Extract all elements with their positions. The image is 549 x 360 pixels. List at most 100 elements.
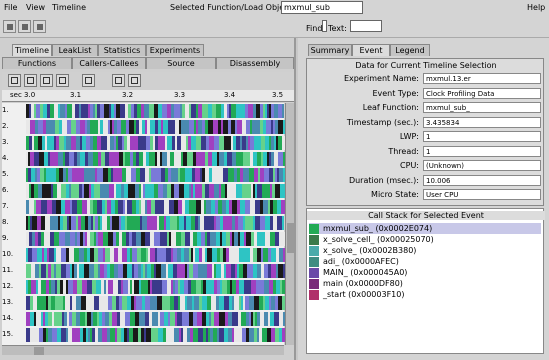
arrow-right-icon <box>131 77 138 84</box>
timeline-row-label: 10. <box>2 250 14 258</box>
menu-view[interactable]: View <box>26 3 45 12</box>
menu-file[interactable]: File <box>4 3 17 12</box>
call-stack-item[interactable]: _start (0x00003F10) <box>309 289 541 300</box>
zoom-out-icon <box>43 77 50 84</box>
find-label: Find <box>306 24 323 33</box>
ruler-tick: 3.2 <box>122 91 134 99</box>
call-stack-item[interactable]: MAIN_ (0x000045A0) <box>309 267 541 278</box>
call-stack-item-label: x_solve_cell_ (0x00025070) <box>323 235 434 244</box>
toolbar-compare-button[interactable] <box>18 20 31 33</box>
tab-summary[interactable]: Summary <box>308 44 352 56</box>
tab-functions[interactable]: Functions <box>2 57 72 69</box>
function-color-swatch <box>309 290 319 300</box>
menu-help[interactable]: Help <box>527 3 545 12</box>
event-field-value[interactable]: mxmul_sub_ <box>423 102 541 113</box>
toolbar-open-button[interactable] <box>3 20 16 33</box>
event-field-label: LWP: <box>399 132 419 141</box>
timeline-row-label: 14. <box>2 314 14 322</box>
timeline-row[interactable] <box>26 264 285 278</box>
event-field-value[interactable]: 10.006 <box>423 174 541 186</box>
filter-events-button[interactable] <box>56 74 69 87</box>
timeline-event[interactable] <box>282 104 284 118</box>
tab-statistics[interactable]: Statistics <box>98 44 146 56</box>
scroll-thumb[interactable] <box>287 223 294 253</box>
zoom-in-button[interactable] <box>24 74 37 87</box>
event-field-value[interactable]: User CPU <box>423 189 541 200</box>
menu-timeline[interactable]: Timeline <box>52 3 86 12</box>
open-icon <box>7 24 13 30</box>
timeline-row-label: 4. <box>2 154 9 162</box>
zoom-out-button[interactable] <box>40 74 53 87</box>
tab-source[interactable]: Source <box>146 57 216 69</box>
call-stack-item[interactable]: mxmul_sub_ (0x0002E074) <box>309 223 541 234</box>
call-stack-item[interactable]: x_solve_ (0x0002B380) <box>309 245 541 256</box>
step-back-button[interactable] <box>112 74 125 87</box>
tab-callers-callees[interactable]: Callers-Callees <box>72 57 146 69</box>
call-stack-item[interactable]: x_solve_cell_ (0x00025070) <box>309 234 541 245</box>
scroll-thumb[interactable] <box>34 347 44 355</box>
timeline-row[interactable] <box>26 280 286 294</box>
tab-timeline[interactable]: Timeline <box>12 44 52 56</box>
text-input[interactable] <box>350 20 382 32</box>
timeline-row[interactable] <box>26 184 285 198</box>
vertical-scrollbar[interactable] <box>285 103 294 345</box>
call-stack-item-label: x_solve_ (0x0002B380) <box>323 246 417 255</box>
find-event-button[interactable] <box>82 74 95 87</box>
function-color-swatch <box>309 224 319 234</box>
timeline-row-label: 3. <box>2 138 9 146</box>
event-field-value[interactable]: 1 <box>423 145 541 157</box>
timeline-row-label: 8. <box>2 218 9 226</box>
zoom-reset-button[interactable] <box>8 74 21 87</box>
tab-leaklist[interactable]: LeakList <box>52 44 98 56</box>
horizontal-scrollbar[interactable] <box>2 345 284 355</box>
call-stack-item-label: adi_ (0x0000AFEC) <box>323 257 399 266</box>
event-field-value[interactable]: (Unknown) <box>423 160 541 171</box>
timeline-row-label: 6. <box>2 186 9 194</box>
tab-experiments[interactable]: Experiments <box>146 44 204 56</box>
function-color-swatch <box>309 235 319 245</box>
event-field-value[interactable]: 1 <box>423 131 541 142</box>
call-stack-item[interactable]: adi_ (0x0000AFEC) <box>309 256 541 267</box>
timeline-row[interactable] <box>26 104 284 118</box>
timeline-row-label: 15. <box>2 330 14 338</box>
event-field-label: Duration (msec.): <box>348 175 419 185</box>
tab-disassembly[interactable]: Disassembly <box>216 57 294 69</box>
ruler-tick: sec 3.0 <box>10 91 36 99</box>
timeline-row[interactable] <box>26 136 285 150</box>
timeline-row-label: 11. <box>2 266 14 274</box>
timeline-row[interactable] <box>26 296 286 310</box>
timeline-event[interactable] <box>282 216 284 230</box>
step-forward-button[interactable] <box>128 74 141 87</box>
timeline-row[interactable] <box>26 120 287 134</box>
zoom-reset-icon <box>11 77 18 84</box>
timeline-row-label: 1. <box>2 106 9 114</box>
event-field-label: Thread: <box>388 146 419 156</box>
selected-object-field[interactable]: mxmul_sub <box>281 1 363 14</box>
event-field-value[interactable]: 3.435834 <box>423 116 541 128</box>
timeline-row[interactable] <box>26 152 286 166</box>
timeline-row[interactable] <box>26 168 288 182</box>
tab-legend[interactable]: Legend <box>390 44 430 56</box>
timeline-row[interactable] <box>26 328 286 342</box>
toolbar-filter-button[interactable] <box>33 20 46 33</box>
event-field-value[interactable]: mxmul.13.er <box>423 73 541 84</box>
event-field-label: Timestamp (sec.): <box>346 117 419 127</box>
time-ruler: sec 3.0 3.1 3.2 3.3 3.4 3.5 <box>2 90 294 102</box>
selected-object-label: Selected Function/Load Object: <box>170 3 295 12</box>
timeline-row[interactable] <box>26 216 284 230</box>
call-stack-item[interactable]: main (0x0000DF80) <box>309 278 541 289</box>
timeline-row[interactable] <box>26 248 286 262</box>
timeline-canvas[interactable]: 1. 2. 3. 4. 5. 6. 7. 8. 9. 10. 11. 12. 13. 14. 15. <box>2 103 288 345</box>
event-field-value[interactable]: Clock Profiling Data <box>423 87 541 99</box>
tab-event[interactable]: Event <box>352 44 390 56</box>
event-field-label: Micro State: <box>371 190 419 199</box>
event-details-panel: Data for Current Timeline Selection Expe… <box>306 58 544 206</box>
timeline-row[interactable] <box>26 232 285 246</box>
timeline-row[interactable] <box>26 312 288 326</box>
filter-icon <box>59 77 66 84</box>
find-input[interactable] <box>322 20 327 32</box>
timeline-row-label: 12. <box>2 282 14 290</box>
timeline-row-label: 7. <box>2 202 9 210</box>
call-stack-item-label: MAIN_ (0x000045A0) <box>323 268 408 277</box>
timeline-row[interactable] <box>26 200 286 214</box>
